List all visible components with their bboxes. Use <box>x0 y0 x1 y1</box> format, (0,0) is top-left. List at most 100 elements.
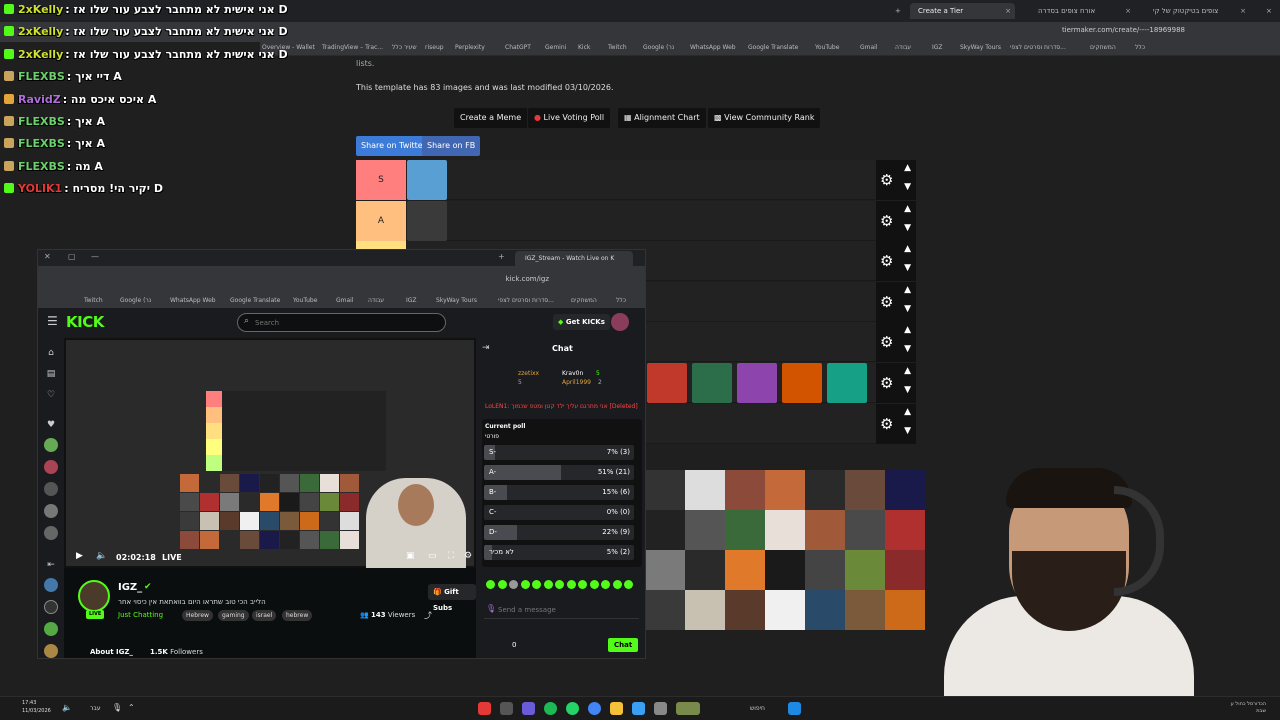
emote-icon[interactable] <box>520 580 530 589</box>
emote-icon[interactable] <box>509 580 518 589</box>
lists-link[interactable]: lists. <box>356 59 374 68</box>
emote-icon[interactable] <box>555 580 564 589</box>
emote-icon[interactable] <box>486 580 495 589</box>
new-tab-button[interactable]: + <box>887 3 907 19</box>
poll-option[interactable]: S- 7% (3) <box>484 445 634 460</box>
collapse-icon[interactable]: ⇤ <box>44 558 58 572</box>
video-player[interactable]: ▶ 🔈 02:02:18 LIVE ▣ ▭ ⛶ ⚙ <box>64 338 476 568</box>
channel-avatar[interactable] <box>44 482 58 496</box>
pool-image[interactable] <box>765 470 805 510</box>
community-rank-button[interactable]: ▩ View Community Rank <box>708 108 821 128</box>
tier-image[interactable] <box>827 363 867 403</box>
pool-image[interactable] <box>725 550 765 590</box>
pool-image[interactable] <box>685 470 725 510</box>
widget-icon[interactable] <box>676 702 700 715</box>
bookmark-item[interactable]: IGZ <box>406 297 417 304</box>
bookmark-item[interactable]: ChatGPT <box>505 44 531 51</box>
bookmark-item[interactable]: Google Translate <box>748 44 798 51</box>
streamer-name[interactable]: IGZ_ <box>118 582 142 593</box>
pool-image[interactable] <box>885 470 925 510</box>
bookmark-item[interactable]: Gemini <box>545 44 566 51</box>
pool-image[interactable] <box>805 470 845 510</box>
pool-image[interactable] <box>685 550 725 590</box>
chat-send-button[interactable]: Chat <box>608 638 639 652</box>
chevron-up-icon[interactable]: ▲ <box>904 244 911 254</box>
channel-avatar[interactable] <box>44 622 58 636</box>
gear-icon[interactable]: ⚙ <box>880 333 893 351</box>
collapse-chat-icon[interactable]: ⇥ <box>482 343 490 353</box>
pool-image[interactable] <box>725 590 765 630</box>
following-icon[interactable]: ♡ <box>44 388 58 402</box>
emote-icon[interactable] <box>566 580 576 589</box>
bookmark-item[interactable]: Kick <box>578 44 590 51</box>
taskbar-clock[interactable]: 17:43 11/03/2026 <box>22 699 51 715</box>
bookmark-item[interactable]: המשחקים <box>571 297 597 304</box>
mic-icon[interactable]: 🎙 <box>112 703 122 712</box>
tier-image[interactable] <box>407 200 447 241</box>
speaker-icon[interactable]: 🔈 <box>62 703 72 712</box>
pool-image[interactable] <box>845 550 885 590</box>
app-icon[interactable] <box>632 702 645 715</box>
app-icon[interactable] <box>522 702 535 715</box>
bookmark-item[interactable]: Google (נר <box>120 297 151 304</box>
close-icon[interactable]: × <box>1005 3 1011 19</box>
chat-input-box[interactable]: 🎙 <box>484 601 639 619</box>
emote-icon[interactable] <box>543 580 553 589</box>
bookmark-item[interactable]: המשחקים <box>1090 44 1116 51</box>
pool-image[interactable] <box>845 510 885 550</box>
channel-avatar[interactable] <box>44 460 58 474</box>
tier-label[interactable]: S <box>356 160 406 200</box>
kick-tab[interactable]: IGZ_Stream - Watch Live on K <box>515 251 633 266</box>
close-icon[interactable]: × <box>1240 3 1246 19</box>
share-icon[interactable]: ⤴ <box>424 610 432 621</box>
emote-icon[interactable] <box>497 580 507 589</box>
stream-tag[interactable]: israel <box>252 610 277 621</box>
pool-image[interactable] <box>685 590 725 630</box>
search-box[interactable]: ⌕ <box>237 313 446 332</box>
gear-icon[interactable]: ⚙ <box>880 171 893 189</box>
windows-start-icon[interactable] <box>788 702 801 715</box>
pool-image[interactable] <box>885 590 925 630</box>
pool-image[interactable] <box>725 510 765 550</box>
new-tab-icon[interactable]: + <box>498 252 505 261</box>
leader-name[interactable]: Krav0n <box>562 370 583 377</box>
chrome-icon[interactable] <box>588 702 601 715</box>
tier-image[interactable] <box>737 363 777 403</box>
pool-image[interactable] <box>645 550 685 590</box>
settings-icon[interactable]: ⚙ <box>464 551 472 561</box>
language-indicator[interactable]: עבר <box>90 705 101 712</box>
bookmark-item[interactable]: IGZ <box>932 44 943 51</box>
stream-tag[interactable]: gaming <box>218 610 249 621</box>
gear-icon[interactable]: ⚙ <box>880 293 893 311</box>
poll-option[interactable]: לא מכיר 5% (2) <box>484 545 634 560</box>
bookmark-item[interactable]: riseup <box>425 44 444 51</box>
play-icon[interactable]: ▶ <box>76 551 83 561</box>
bookmark-item[interactable]: שעיר כלל <box>392 44 417 51</box>
emote-icon[interactable] <box>532 580 541 589</box>
app-icon[interactable] <box>478 702 491 715</box>
close-icon[interactable]: ✕ <box>44 252 51 261</box>
bookmark-item[interactable]: Google (נר <box>643 44 674 51</box>
kick-logo[interactable]: KICK <box>66 313 104 331</box>
tab-create-tier[interactable]: Create a Tier × <box>910 3 1015 19</box>
bookmark-item[interactable]: Gmail <box>336 297 354 304</box>
search-input[interactable] <box>255 317 435 329</box>
whatsapp-icon[interactable] <box>566 702 579 715</box>
bookmark-item[interactable]: כלל <box>1135 44 1145 51</box>
live-poll-button[interactable]: ● Live Voting Poll <box>528 108 611 128</box>
pool-image[interactable] <box>805 590 845 630</box>
gear-icon[interactable]: ⚙ <box>880 415 893 433</box>
pool-image[interactable] <box>885 510 925 550</box>
stream-tag[interactable]: hebrew <box>282 610 313 621</box>
pool-image[interactable] <box>805 510 845 550</box>
gear-icon[interactable]: ⚙ <box>880 374 893 392</box>
poll-option[interactable]: C- 0% (0) <box>484 505 634 520</box>
bookmark-item[interactable]: SkyWay Tours <box>436 297 477 304</box>
gear-icon[interactable]: ⚙ <box>880 252 893 270</box>
chevron-up-icon[interactable]: ▲ <box>904 366 911 376</box>
share-twitter-button[interactable]: Share on Twitter <box>356 136 431 156</box>
kick-address-bar[interactable]: kick.com/igz <box>38 266 645 294</box>
pool-image[interactable] <box>645 470 685 510</box>
streamer-avatar[interactable] <box>78 580 110 612</box>
chevron-down-icon[interactable]: ▼ <box>904 223 911 233</box>
